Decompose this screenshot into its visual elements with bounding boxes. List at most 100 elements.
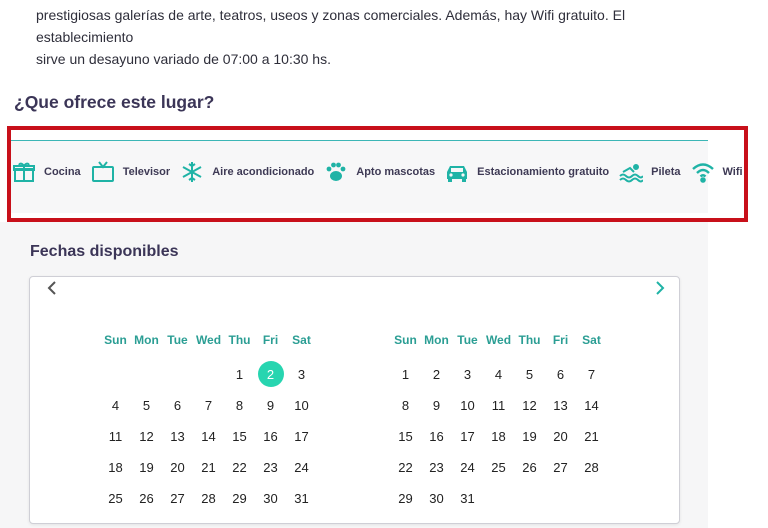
calendar-day[interactable]: 8 xyxy=(224,393,255,419)
calendar-day[interactable]: 23 xyxy=(255,455,286,481)
calendar-day[interactable]: 7 xyxy=(576,362,607,388)
calendar-day[interactable]: 29 xyxy=(224,486,255,512)
calendar-day[interactable]: 4 xyxy=(483,362,514,388)
next-month-button[interactable] xyxy=(650,279,670,299)
calendar-day[interactable]: 26 xyxy=(514,455,545,481)
calendar-day[interactable]: 27 xyxy=(545,455,576,481)
day-number: 25 xyxy=(108,490,123,506)
calendar-day[interactable]: 15 xyxy=(224,424,255,450)
day-number: 4 xyxy=(111,397,120,413)
calendar-day[interactable]: 13 xyxy=(162,424,193,450)
weekday-label: Tue xyxy=(457,333,478,347)
calendar-day[interactable]: 16 xyxy=(421,424,452,450)
week-row: 29 30 31 xyxy=(390,483,607,514)
calendar-day[interactable]: 13 xyxy=(545,393,576,419)
calendar-day[interactable]: 19 xyxy=(514,424,545,450)
amenities-title: ¿Que ofrece este lugar? xyxy=(14,92,215,112)
day-number: 18 xyxy=(491,428,506,444)
weekday-label: Sat xyxy=(582,333,601,347)
day-number: 2 xyxy=(266,366,275,382)
calendar-day[interactable]: 17 xyxy=(452,424,483,450)
calendar-day[interactable]: 22 xyxy=(390,455,421,481)
day-number: 13 xyxy=(170,428,185,444)
calendar-day[interactable]: 24 xyxy=(452,455,483,481)
calendar-day[interactable]: 21 xyxy=(576,424,607,450)
calendar-day[interactable]: 19 xyxy=(131,455,162,481)
previous-month-button[interactable] xyxy=(42,279,62,299)
calendar-day[interactable]: 14 xyxy=(193,424,224,450)
calendar-day[interactable]: 11 xyxy=(100,424,131,450)
calendar-day[interactable]: 27 xyxy=(162,486,193,512)
calendar-day[interactable]: 29 xyxy=(390,486,421,512)
day-number: 1 xyxy=(235,366,244,382)
calendar-day[interactable]: 5 xyxy=(131,393,162,419)
day-number: 3 xyxy=(463,366,472,382)
calendar-day[interactable]: 11 xyxy=(483,393,514,419)
calendar-day[interactable]: 3 xyxy=(286,362,317,388)
calendar-day[interactable]: 7 xyxy=(193,393,224,419)
calendar-day[interactable]: 9 xyxy=(255,393,286,419)
calendar-day[interactable]: 3 xyxy=(452,362,483,388)
calendar-day[interactable]: 9 xyxy=(421,393,452,419)
calendar-day[interactable]: 10 xyxy=(452,393,483,419)
calendar-day[interactable]: 5 xyxy=(514,362,545,388)
calendar-day[interactable]: 17 xyxy=(286,424,317,450)
calendar-day[interactable]: 21 xyxy=(193,455,224,481)
day-number: 16 xyxy=(263,428,278,444)
empty-day-cell xyxy=(131,362,162,388)
day-number: 30 xyxy=(429,490,444,506)
weekday-label: Wed xyxy=(195,333,222,347)
week-row: 1 2 3 xyxy=(100,359,317,390)
calendar-day[interactable]: 28 xyxy=(576,455,607,481)
week-row: 22 23 24 25 26 27 28 xyxy=(390,452,607,483)
calendar-day[interactable]: 20 xyxy=(162,455,193,481)
description-line-1: prestigiosas galerías de arte, teatros, … xyxy=(36,7,626,45)
calendar-day[interactable]: 1 xyxy=(224,362,255,388)
day-number: 26 xyxy=(522,459,537,475)
calendar-day[interactable]: 4 xyxy=(100,393,131,419)
calendar-day[interactable]: 23 xyxy=(421,455,452,481)
month-grid-2: Sun Mon Tue Wed Thu Fri Sat 1 2 3 4 5 6 7 8 9 10 1… xyxy=(390,333,607,514)
day-number: 22 xyxy=(232,459,247,475)
calendar-day[interactable]: 8 xyxy=(390,393,421,419)
empty-day-cell xyxy=(193,362,224,388)
calendar-day[interactable]: 2 xyxy=(421,362,452,388)
calendar-day[interactable]: 6 xyxy=(162,393,193,419)
calendar-day[interactable]: 31 xyxy=(452,486,483,512)
day-number: 8 xyxy=(235,397,244,413)
weekday-label: Fri xyxy=(552,333,569,347)
calendar-day[interactable]: 24 xyxy=(286,455,317,481)
day-number: 28 xyxy=(584,459,599,475)
calendar-day[interactable]: 10 xyxy=(286,393,317,419)
day-number: 3 xyxy=(297,366,306,382)
calendar-day[interactable]: 18 xyxy=(100,455,131,481)
day-number: 19 xyxy=(522,428,537,444)
calendar-day[interactable]: 25 xyxy=(100,486,131,512)
chevron-left-icon xyxy=(47,281,56,295)
calendar-day[interactable]: 2 xyxy=(255,360,286,388)
calendar-day[interactable]: 12 xyxy=(131,424,162,450)
calendar-day[interactable]: 28 xyxy=(193,486,224,512)
calendar-day[interactable]: 18 xyxy=(483,424,514,450)
calendar-day[interactable]: 30 xyxy=(255,486,286,512)
day-number: 11 xyxy=(491,397,506,413)
calendar-day[interactable]: 26 xyxy=(131,486,162,512)
calendar-day[interactable]: 1 xyxy=(390,362,421,388)
calendar-day[interactable]: 12 xyxy=(514,393,545,419)
calendar-day[interactable]: 15 xyxy=(390,424,421,450)
empty-day-cell xyxy=(483,486,514,512)
calendar-day[interactable]: 25 xyxy=(483,455,514,481)
calendar-day[interactable]: 14 xyxy=(576,393,607,419)
calendar-day[interactable]: 16 xyxy=(255,424,286,450)
calendar-day[interactable]: 22 xyxy=(224,455,255,481)
calendar-day[interactable]: 20 xyxy=(545,424,576,450)
week-row: 18 19 20 21 22 23 24 xyxy=(100,452,317,483)
calendar-day[interactable]: 6 xyxy=(545,362,576,388)
calendar-day[interactable]: 30 xyxy=(421,486,452,512)
empty-day-cell xyxy=(514,486,545,512)
month-grid-1: Sun Mon Tue Wed Thu Fri Sat 1 2 3 4 5 6 7 8 9 10 1… xyxy=(100,333,317,514)
empty-day-cell xyxy=(100,362,131,388)
calendar-day[interactable]: 31 xyxy=(286,486,317,512)
week-row: 8 9 10 11 12 13 14 xyxy=(390,390,607,421)
day-number: 5 xyxy=(142,397,151,413)
